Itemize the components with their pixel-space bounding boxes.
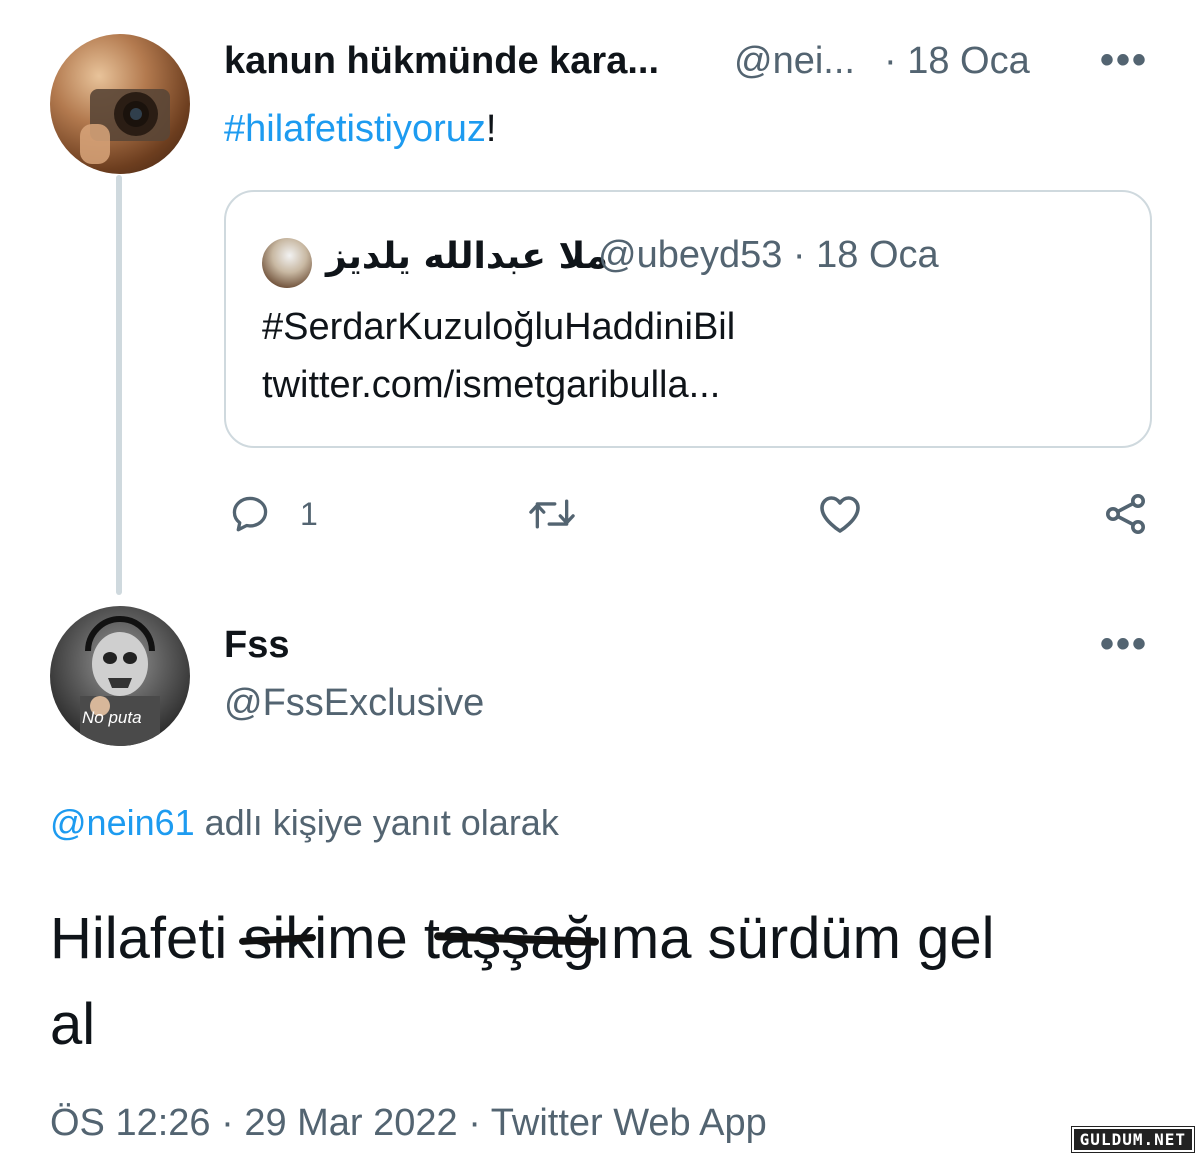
retweet-action[interactable] <box>526 492 578 536</box>
quote-avatar[interactable] <box>262 238 312 288</box>
retweet-icon <box>529 499 575 529</box>
reply-more-options-icon[interactable]: ••• <box>1100 624 1148 664</box>
reply-action[interactable]: 1 <box>228 492 318 536</box>
reply-body-line1: Hilafeti sik ime taşşağ ıma sürdüm gel <box>50 896 1160 982</box>
reply-icon <box>232 496 268 532</box>
share-action[interactable] <box>1102 490 1150 538</box>
share-icon <box>1106 494 1145 534</box>
thread-connector-line <box>116 175 122 595</box>
like-icon <box>820 496 860 533</box>
reply-author-handle[interactable]: @FssExclusive <box>224 682 484 725</box>
reply-count: 1 <box>300 495 318 532</box>
hashtag-link[interactable]: #hilafetistiyoruz <box>224 108 486 150</box>
tweet-text-suffix: ! <box>485 108 497 150</box>
reply-context: @nein61 adlı kişiye yanıt olarak <box>50 802 559 844</box>
quote-link: twitter.com/ismetgaribulla... <box>262 364 721 406</box>
reply-body-line2: al <box>50 992 96 1057</box>
quote-handle-date[interactable]: @ubeyd53 · 18 Oca <box>598 234 939 277</box>
avatar-camera[interactable] <box>50 34 190 174</box>
tweet-timestamp[interactable]: ÖS 12:26 · 29 Mar 2022 · Twitter Web App <box>50 1102 767 1145</box>
tweet-date[interactable]: · 18 Oca <box>884 40 1030 83</box>
camera-photo-icon <box>80 89 170 164</box>
watermark-logo: GULDUM.NET <box>1070 1126 1196 1153</box>
author-name[interactable]: kanun hükmünde kara... <box>224 40 659 83</box>
censored-word2: aşşağ <box>433 906 599 971</box>
more-options-icon[interactable]: ••• <box>1100 40 1148 80</box>
reply-to-handle[interactable]: @nein61 <box>50 802 195 843</box>
author-handle[interactable]: @nei... <box>734 40 855 83</box>
avatar-soldier[interactable]: No puta <box>50 606 190 746</box>
reply-body: Hilafeti sik ime taşşağ ıma sürdüm gel al <box>50 896 1160 1068</box>
reply-author-name[interactable]: Fss <box>224 624 289 667</box>
quote-author-name[interactable]: ملا عبدالله يلديز <box>326 236 608 277</box>
quote-hashtag: #SerdarKuzuloğluHaddiniBil <box>262 306 736 348</box>
avatar-caption: No puta <box>82 708 142 727</box>
reply-body-part1: Hilafeti <box>50 906 244 971</box>
reply-body-part2: ıma sürdüm gel <box>594 906 995 971</box>
quote-tweet-card[interactable]: ملا عبدالله يلديز @ubeyd53 · 18 Oca #Ser… <box>224 190 1152 448</box>
reply-to-suffix: adlı kişiye yanıt olarak <box>194 802 559 843</box>
like-action[interactable] <box>816 490 864 538</box>
censored-word1-rest: ime <box>314 906 424 971</box>
censored-word1: sik <box>239 906 317 971</box>
tweet-text: #hilafetistiyoruz! <box>224 108 496 151</box>
